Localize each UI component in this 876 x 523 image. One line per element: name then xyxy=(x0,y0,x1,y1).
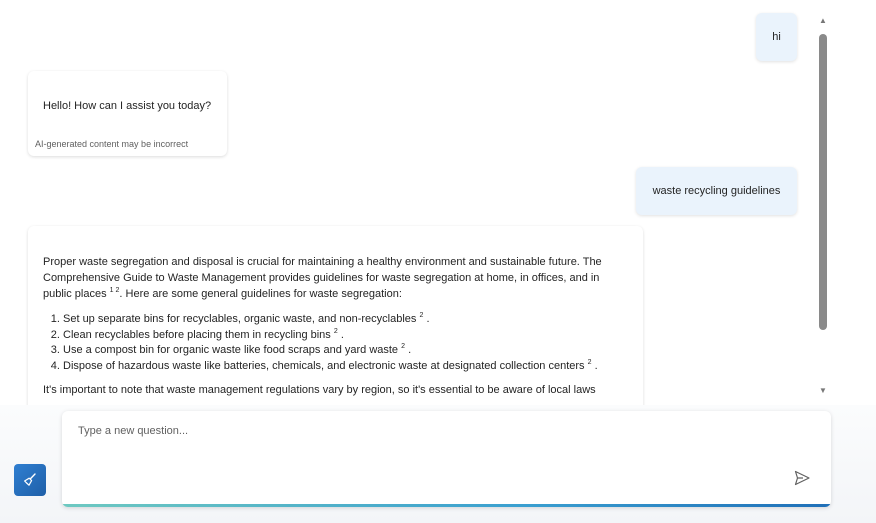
bot-message-card: Hello! How can I assist you today? AI-ge… xyxy=(28,71,227,156)
citation-ref[interactable]: 2 xyxy=(334,328,338,335)
user-message-text: waste recycling guidelines xyxy=(652,185,781,197)
guideline-list: Set up separate bins for recyclables, or… xyxy=(63,312,623,374)
citation-ref[interactable]: 2 xyxy=(419,312,423,319)
answer-body: Proper waste segregation and disposal is… xyxy=(43,254,623,398)
broom-icon xyxy=(24,473,36,486)
question-input-box[interactable] xyxy=(62,411,831,507)
list-item: Set up separate bins for recyclables, or… xyxy=(63,312,623,328)
send-button[interactable] xyxy=(792,468,812,488)
chat-transcript: hi Hello! How can I assist you today? AI… xyxy=(0,0,876,405)
user-message-text: hi xyxy=(772,31,781,43)
question-input[interactable] xyxy=(62,411,831,471)
chat-scrollbar[interactable]: ▲ ▼ xyxy=(816,14,830,400)
scroll-down-arrow-icon[interactable]: ▼ xyxy=(818,386,828,395)
answer-outro: It's important to note that waste manage… xyxy=(43,384,596,396)
send-icon xyxy=(794,470,810,486)
citation-ref[interactable]: 2 xyxy=(401,343,405,350)
bot-answer-card: Proper waste segregation and disposal is… xyxy=(28,226,643,405)
user-message-bubble: hi xyxy=(756,13,797,61)
citation-ref[interactable]: 1 2 xyxy=(110,287,120,294)
citation-ref[interactable]: 2 xyxy=(588,359,592,366)
user-message-bubble: waste recycling guidelines xyxy=(636,167,797,215)
answer-intro: Proper waste segregation and disposal is… xyxy=(43,256,602,300)
input-focus-underline xyxy=(62,504,831,507)
scroll-up-arrow-icon[interactable]: ▲ xyxy=(818,16,828,25)
new-chat-button[interactable] xyxy=(14,464,46,496)
scroll-thumb[interactable] xyxy=(819,34,827,330)
bot-message-text: Hello! How can I assist you today? xyxy=(43,100,212,112)
list-item: Clean recyclables before placing them in… xyxy=(63,328,623,344)
ai-disclaimer: AI-generated content may be incorrect xyxy=(35,139,189,149)
list-item: Use a compost bin for organic waste like… xyxy=(63,343,623,359)
list-item: Dispose of hazardous waste like batterie… xyxy=(63,359,623,375)
